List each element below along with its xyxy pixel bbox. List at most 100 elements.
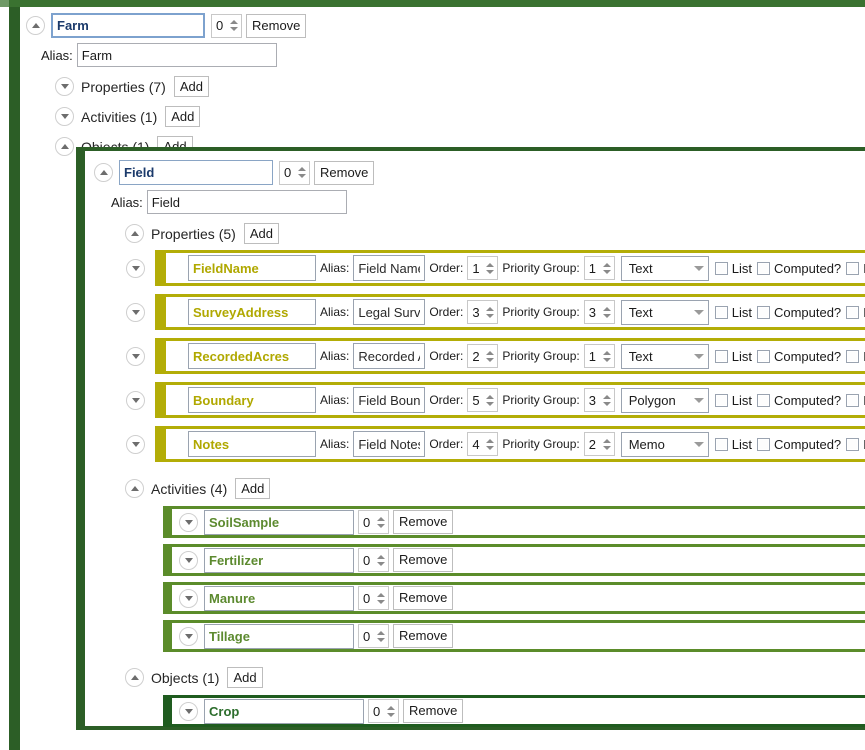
stepper-down-icon[interactable]	[387, 712, 395, 717]
property-computed-checkbox[interactable]: Computed?	[756, 349, 841, 364]
stepper-down-icon[interactable]	[298, 174, 306, 178]
expand-toggle-activities-farm[interactable]	[55, 107, 74, 126]
property-is-checkbox[interactable]: Is	[846, 349, 865, 364]
property-list-checkbox[interactable]: List	[714, 437, 752, 452]
stepper-arrows[interactable]	[602, 389, 614, 411]
stepper-arrows[interactable]	[376, 549, 388, 571]
stepper-arrows[interactable]	[602, 301, 614, 323]
property-list-checkbox[interactable]: List	[714, 305, 752, 320]
expand-toggle-activity[interactable]	[179, 626, 198, 646]
expand-toggle-activity[interactable]	[179, 550, 198, 570]
property-alias-input[interactable]	[353, 299, 426, 325]
remove-button-farm[interactable]: Remove	[246, 13, 307, 38]
property-list-checkbox-box[interactable]	[714, 305, 728, 319]
add-activity-button-field[interactable]: Add	[235, 478, 271, 499]
stepper-down-icon[interactable]	[486, 445, 495, 450]
remove-child-object-button[interactable]: Remove	[403, 699, 464, 723]
stepper-down-icon[interactable]	[230, 27, 238, 31]
expand-toggle-activity[interactable]	[179, 512, 198, 532]
property-computed-checkbox-box[interactable]	[756, 349, 770, 363]
expand-toggle-property[interactable]	[126, 435, 145, 454]
property-is-checkbox[interactable]: Is	[846, 261, 865, 276]
stepper-down-icon[interactable]	[602, 313, 611, 318]
stepper-up-icon[interactable]	[486, 394, 495, 399]
property-name-input[interactable]	[188, 343, 316, 369]
expand-toggle-property[interactable]	[126, 303, 145, 322]
property-is-checkbox[interactable]: Is	[846, 305, 865, 320]
property-name-input[interactable]	[188, 431, 316, 457]
add-object-button-field[interactable]: Add	[227, 667, 263, 688]
number-stepper[interactable]: 1	[583, 256, 615, 280]
object-name-input-farm[interactable]	[51, 13, 205, 38]
stepper-down-icon[interactable]	[486, 401, 495, 406]
stepper-arrows[interactable]	[602, 345, 614, 367]
activity-name-input[interactable]	[204, 509, 354, 535]
stepper-down-icon[interactable]	[486, 313, 495, 318]
stepper-down-icon[interactable]	[602, 269, 611, 274]
property-computed-checkbox[interactable]: Computed?	[756, 261, 841, 276]
property-is-checkbox-box[interactable]	[846, 393, 860, 407]
property-computed-checkbox[interactable]: Computed?	[756, 437, 841, 452]
stepper-up-icon[interactable]	[602, 394, 611, 399]
add-activity-button-farm[interactable]: Add	[165, 106, 201, 127]
stepper-up-icon[interactable]	[377, 516, 385, 521]
property-type-select[interactable]: Text	[620, 255, 709, 281]
stepper-up-icon[interactable]	[486, 438, 495, 443]
property-is-checkbox-box[interactable]	[846, 437, 860, 451]
stepper-down-icon[interactable]	[377, 637, 385, 642]
remove-activity-button[interactable]: Remove	[393, 510, 454, 534]
stepper-up-icon[interactable]	[486, 350, 495, 355]
collapse-toggle-field[interactable]	[94, 163, 113, 182]
add-property-button-field[interactable]: Add	[243, 223, 279, 244]
remove-activity-button[interactable]: Remove	[393, 586, 454, 610]
remove-activity-button[interactable]: Remove	[393, 548, 454, 572]
stepper-up-icon[interactable]	[602, 306, 611, 311]
number-stepper[interactable]: 1	[583, 344, 615, 368]
expand-toggle-child-object[interactable]	[179, 701, 198, 721]
property-is-checkbox-box[interactable]	[846, 349, 860, 363]
stepper-up-icon[interactable]	[486, 262, 495, 267]
stepper-down-icon[interactable]	[486, 357, 495, 362]
property-list-checkbox-box[interactable]	[714, 393, 728, 407]
property-computed-checkbox-box[interactable]	[756, 393, 770, 407]
number-stepper[interactable]: 0	[358, 586, 389, 610]
property-list-checkbox[interactable]: List	[714, 393, 752, 408]
number-stepper[interactable]: 3	[467, 300, 499, 324]
stepper-up-icon[interactable]	[377, 630, 385, 635]
number-stepper[interactable]: 2	[467, 344, 499, 368]
object-count-stepper-field[interactable]: 0	[279, 160, 310, 185]
stepper-arrows[interactable]	[376, 587, 388, 609]
expand-toggle-property[interactable]	[126, 259, 145, 278]
property-list-checkbox-box[interactable]	[714, 437, 728, 451]
stepper-arrows[interactable]	[602, 433, 614, 455]
stepper-down-icon[interactable]	[377, 599, 385, 604]
remove-button-field[interactable]: Remove	[314, 160, 375, 185]
activity-name-input[interactable]	[204, 623, 354, 649]
stepper-up-icon[interactable]	[602, 262, 611, 267]
stepper-arrows[interactable]	[386, 700, 398, 722]
stepper-arrows[interactable]	[485, 433, 497, 455]
stepper-down-icon[interactable]	[602, 357, 611, 362]
activity-name-input[interactable]	[204, 585, 354, 611]
property-computed-checkbox[interactable]: Computed?	[756, 393, 841, 408]
stepper-up-icon[interactable]	[377, 554, 385, 559]
stepper-arrows[interactable]	[376, 625, 388, 647]
stepper-arrows[interactable]	[297, 162, 309, 184]
stepper-up-icon[interactable]	[602, 350, 611, 355]
object-count-stepper-farm[interactable]: 0	[211, 13, 242, 38]
child-object-name-input[interactable]	[204, 698, 364, 724]
stepper-down-icon[interactable]	[377, 523, 385, 528]
stepper-up-icon[interactable]	[377, 592, 385, 597]
property-list-checkbox[interactable]: List	[714, 261, 752, 276]
number-stepper[interactable]: 3	[583, 300, 615, 324]
property-type-select[interactable]: Text	[620, 299, 709, 325]
stepper-arrows[interactable]	[602, 257, 614, 279]
stepper-up-icon[interactable]	[230, 20, 238, 24]
expand-toggle-property[interactable]	[126, 391, 145, 410]
stepper-down-icon[interactable]	[486, 269, 495, 274]
property-is-checkbox[interactable]: Is	[846, 393, 865, 408]
stepper-arrows[interactable]	[229, 15, 241, 37]
property-type-select[interactable]: Text	[620, 343, 709, 369]
stepper-arrows[interactable]	[485, 389, 497, 411]
number-stepper[interactable]: 1	[467, 256, 499, 280]
